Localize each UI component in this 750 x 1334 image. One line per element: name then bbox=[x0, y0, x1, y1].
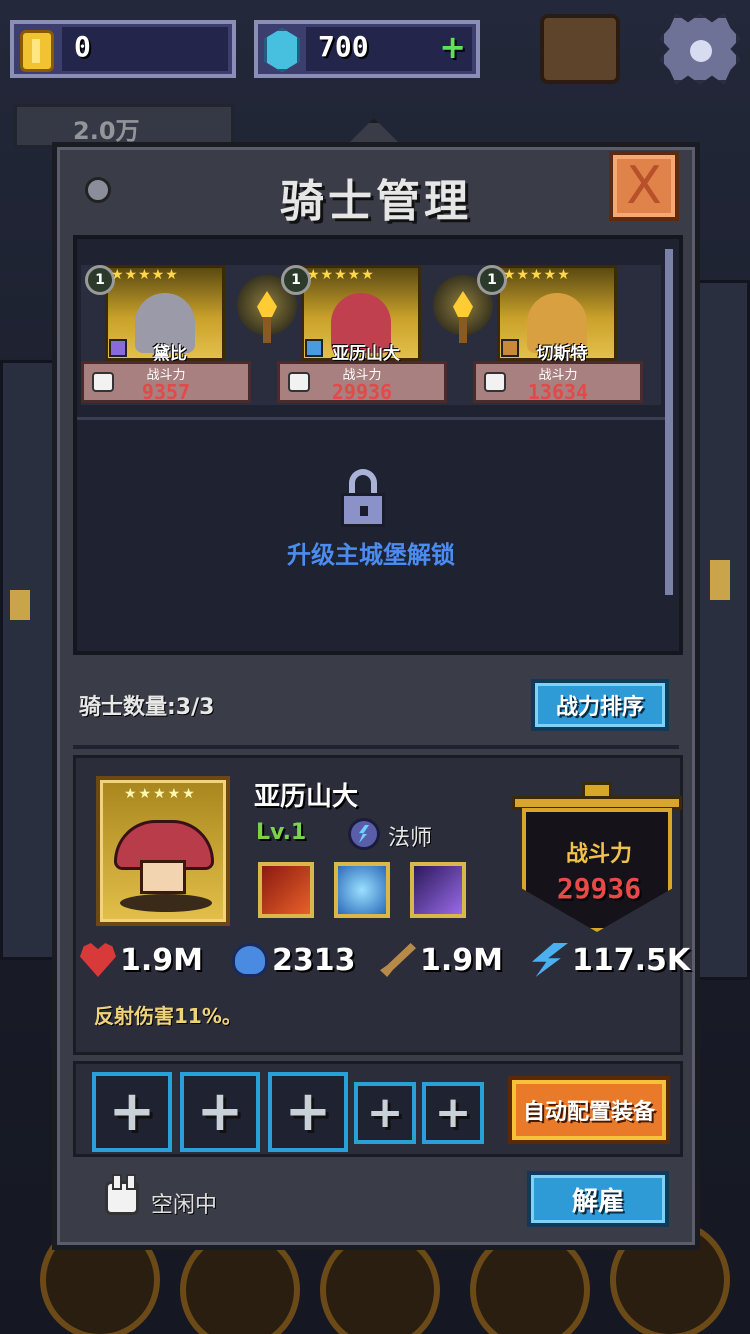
knight-card[interactable]: 1 ★★★★★ 切斯特 战斗力 13634 bbox=[473, 265, 643, 405]
knight-card[interactable]: 1 ★★★★★ 亚历山大 战斗力 29936 bbox=[277, 265, 447, 405]
knight-power-value: 9357 bbox=[141, 380, 191, 404]
stat-attack-value: 1.9M bbox=[420, 942, 503, 978]
knight-stars: ★★★★★ bbox=[111, 267, 179, 283]
plus-icon: + bbox=[108, 1079, 156, 1144]
plus-icon: + bbox=[366, 1087, 404, 1138]
auto-equip-button[interactable]: 自动配置装备 bbox=[508, 1076, 670, 1144]
ticker-value: 2.0万 bbox=[73, 117, 140, 145]
close-button[interactable]: X bbox=[609, 151, 679, 221]
arcane-skill-icon[interactable] bbox=[410, 862, 466, 918]
knight-list[interactable]: 1 ★★★★★ 黛比 战斗力 9357 1 ★★★★★ 亚历山大 战斗力 299… bbox=[73, 235, 683, 655]
knights-row: 1 ★★★★★ 黛比 战斗力 9357 1 ★★★★★ 亚历山大 战斗力 299… bbox=[81, 265, 661, 405]
equip-slot[interactable]: + bbox=[180, 1072, 260, 1152]
knight-power-bar: 战斗力 29936 bbox=[277, 361, 447, 404]
equip-slot[interactable]: + bbox=[422, 1082, 484, 1144]
fire-skill-icon[interactable] bbox=[258, 862, 314, 918]
mage-class-icon bbox=[348, 818, 380, 850]
divider bbox=[77, 417, 665, 420]
selected-knight-portrait[interactable]: ★★★★★ bbox=[96, 776, 230, 926]
background-window bbox=[10, 590, 30, 620]
coin-value: 0 bbox=[74, 30, 91, 63]
page-title: 骑士管理 bbox=[280, 176, 472, 227]
gear-icon[interactable] bbox=[660, 14, 740, 84]
shield-icon bbox=[522, 808, 672, 932]
power-badge: 战斗力 29936 bbox=[512, 782, 686, 932]
knight-management-panel: 骑士管理 X 1 ★★★★★ 黛比 战斗力 9357 1 ★★★★★ 亚历山大 … bbox=[52, 142, 700, 1250]
stats-row: 1.9M 2313 1.9M 117.5K bbox=[80, 938, 690, 982]
knight-card[interactable]: 1 ★★★★★ 黛比 战斗力 9357 bbox=[81, 265, 251, 405]
potion-icon bbox=[232, 943, 268, 977]
knight-status: 空闲中 bbox=[151, 1193, 218, 1218]
power-label: 战斗力 bbox=[565, 842, 632, 867]
knight-detail: ★★★★★ 亚历山大 Lv.1 法师 战斗力 29936 1.9M 2313 1… bbox=[73, 755, 690, 1055]
plus-icon: + bbox=[284, 1079, 332, 1144]
background-window bbox=[710, 560, 730, 600]
stat-mana: 2313 bbox=[232, 938, 356, 982]
knight-stars: ★★★★★ bbox=[124, 786, 197, 802]
sort-by-power-button[interactable]: 战力排序 bbox=[531, 679, 669, 731]
gem-value: 700 bbox=[318, 30, 369, 63]
lock-icon bbox=[341, 469, 385, 529]
badge-top bbox=[512, 796, 682, 810]
stat-speed: 117.5K bbox=[532, 938, 690, 982]
divider bbox=[73, 745, 679, 749]
quill-icon[interactable] bbox=[540, 14, 620, 84]
equip-slot[interactable]: + bbox=[354, 1082, 416, 1144]
knight-stars: ★★★★★ bbox=[503, 267, 571, 283]
background-building bbox=[0, 360, 60, 960]
selected-knight-level: Lv.1 bbox=[256, 820, 307, 845]
stat-speed-value: 117.5K bbox=[572, 942, 691, 978]
scrollbar[interactable] bbox=[665, 249, 673, 595]
gem-icon bbox=[264, 28, 300, 72]
water-skill-icon[interactable] bbox=[334, 862, 390, 918]
knight-power-value: 29936 bbox=[331, 380, 393, 404]
knight-count: 骑士数量:3/3 bbox=[79, 695, 215, 720]
coin-icon bbox=[20, 30, 54, 72]
selected-knight-class: 法师 bbox=[388, 826, 433, 851]
close-icon: X bbox=[626, 156, 662, 216]
unlock-hint: 升级主城堡解锁 bbox=[287, 541, 455, 569]
knight-face bbox=[140, 860, 186, 894]
selected-knight-name: 亚历山大 bbox=[254, 782, 359, 812]
knight-stars: ★★★★★ bbox=[307, 267, 375, 283]
stat-hp: 1.9M bbox=[80, 938, 203, 982]
knight-power-bar: 战斗力 9357 bbox=[81, 361, 251, 404]
knight-power-value: 13634 bbox=[527, 380, 589, 404]
stat-attack: 1.9M bbox=[380, 938, 503, 982]
stat-mana-value: 2313 bbox=[272, 942, 356, 978]
dismiss-button[interactable]: 解雇 bbox=[527, 1171, 669, 1227]
rabbit-icon bbox=[105, 1174, 139, 1215]
sword-icon bbox=[380, 943, 416, 977]
equip-slot[interactable]: + bbox=[268, 1072, 348, 1152]
lightning-icon bbox=[532, 943, 568, 977]
plus-icon: + bbox=[434, 1087, 472, 1138]
add-gems-button[interactable]: + bbox=[439, 28, 466, 66]
coin-counter: 0 bbox=[10, 20, 236, 78]
knight-power-bar: 战斗力 13634 bbox=[473, 361, 643, 404]
heart-icon bbox=[80, 943, 116, 977]
plus-icon: + bbox=[196, 1079, 244, 1144]
portrait-shadow bbox=[120, 894, 212, 912]
equipment-bar: + + + + + 自动配置装备 bbox=[73, 1061, 683, 1157]
gem-counter[interactable]: 700 + bbox=[254, 20, 480, 78]
power-value: 29936 bbox=[556, 872, 642, 905]
stat-hp-value: 1.9M bbox=[120, 942, 203, 978]
passive-description: 反射伤害11%。 bbox=[94, 1004, 242, 1028]
equip-slot[interactable]: + bbox=[92, 1072, 172, 1152]
